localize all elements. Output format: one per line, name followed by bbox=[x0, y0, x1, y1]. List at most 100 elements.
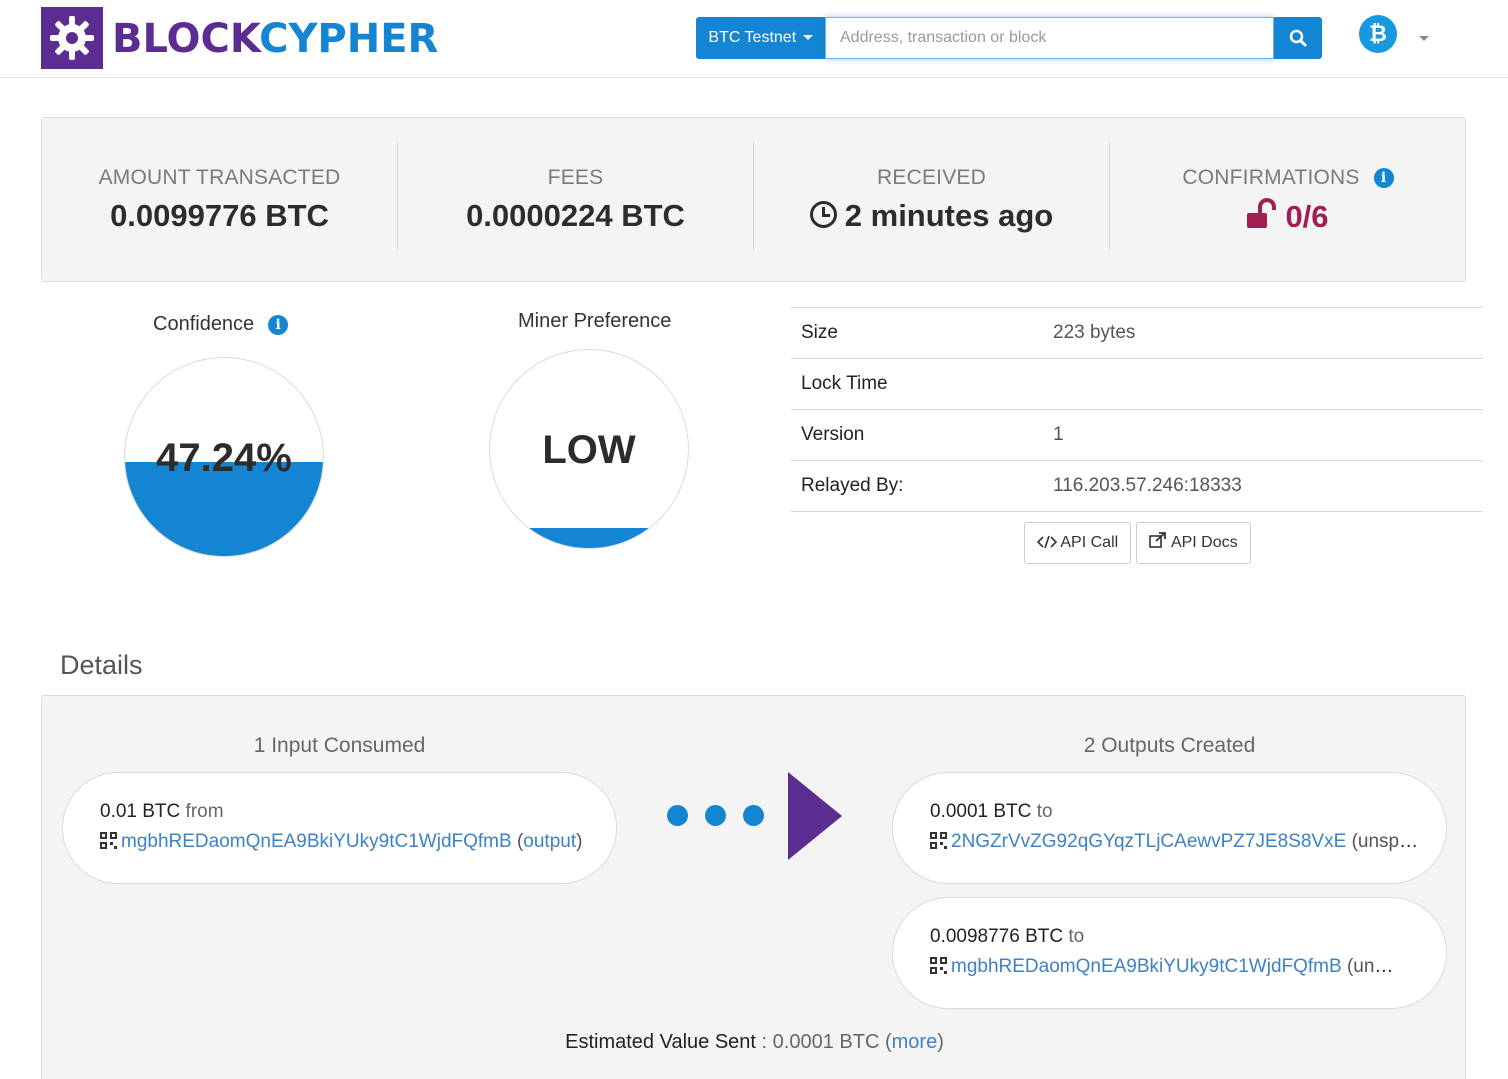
bitcoin-icon[interactable]: ₿ bbox=[1359, 15, 1397, 53]
clock-icon bbox=[809, 201, 837, 228]
list-item-input: 0.01 BTC from mgbhREDaomQnEA9BkiYUky9tC1… bbox=[62, 772, 617, 884]
api-call-label: API Call bbox=[1060, 534, 1119, 551]
estimated-value-colon: : bbox=[755, 1031, 773, 1053]
output-1-status: (unspent) bbox=[1351, 831, 1420, 852]
inputs-title: 1 Input Consumed bbox=[253, 734, 426, 757]
output-1-amount: 0.0001 BTC bbox=[930, 801, 1032, 822]
miner-preference-gauge-value: LOW bbox=[542, 428, 636, 472]
confirmations-stat: CONFIRMATIONS i 0/6 bbox=[1110, 142, 1466, 250]
confidence-gauge-value: 47.24% bbox=[156, 436, 292, 480]
input-amount: 0.01 BTC bbox=[100, 801, 181, 822]
more-paren-close: ) bbox=[937, 1031, 944, 1053]
amount-transacted-label: AMOUNT TRANSACTED bbox=[98, 166, 341, 189]
unlock-icon bbox=[1247, 198, 1277, 228]
relayed-by-key: Relayed By: bbox=[801, 475, 904, 496]
input-address-line: mgbhREDaomQnEA9BkiYUky9tC1WjdFQfmB (outp… bbox=[100, 831, 590, 853]
size-key: Size bbox=[801, 322, 838, 343]
table-row-size: Size 223 bytes bbox=[791, 308, 1483, 359]
list-item-output-2: 0.0098776 BTC to mgbhREDaomQnEA9BkiYUky9… bbox=[892, 897, 1447, 1009]
received-value: 2 minutes ago bbox=[844, 198, 1054, 233]
output-1-address-line: 2NGZrVvZG92qGYqzTLjCAewvPZ7JE8S8VxE (uns… bbox=[930, 831, 1420, 853]
confirmations-value-wrap: 0/6 bbox=[1110, 198, 1466, 235]
fees-value: 0.0000224 BTC bbox=[466, 198, 685, 233]
more-paren-open: ( bbox=[884, 1031, 892, 1053]
transaction-info-table: Size 223 bytes Lock Time Version 1 Relay… bbox=[791, 307, 1483, 512]
input-output-link[interactable]: output bbox=[523, 831, 576, 852]
external-link-icon bbox=[1149, 532, 1167, 548]
network-label: BTC Testnet bbox=[708, 29, 797, 46]
api-call-button[interactable]: API Call bbox=[1024, 522, 1131, 564]
lock-time-key: Lock Time bbox=[801, 373, 888, 394]
details-panel: 1 Input Consumed 2 Outputs Created 0.01 … bbox=[41, 695, 1466, 1079]
code-icon bbox=[1036, 535, 1057, 549]
flow-dot-1 bbox=[667, 805, 688, 826]
user-menu-caret-icon[interactable] bbox=[1419, 36, 1429, 41]
input-address-link[interactable]: mgbhREDaomQnEA9BkiYUky9tC1WjdFQfmB bbox=[121, 831, 512, 852]
output-1-to-word: to bbox=[1036, 801, 1053, 822]
output-1-address-link[interactable]: 2NGZrVvZG92qGYqzTLjCAewvPZ7JE8S8VxE bbox=[951, 831, 1346, 852]
list-item-output-1: 0.0001 BTC to 2NGZrVvZG92qGYqzTLjCAewvPZ… bbox=[892, 772, 1447, 884]
miner-preference-title: Miner Preference bbox=[518, 310, 672, 332]
output-2-address-line: mgbhREDaomQnEA9BkiYUky9tC1WjdFQfmB (unsp… bbox=[930, 956, 1402, 978]
arrow-right-icon bbox=[788, 772, 842, 860]
details-heading: Details bbox=[60, 650, 143, 680]
logo-gear-icon[interactable] bbox=[41, 7, 103, 69]
output-2-amount-line: 0.0098776 BTC to bbox=[930, 926, 1084, 948]
output-2-to-word: to bbox=[1068, 926, 1085, 947]
output-2-status: (unspent) bbox=[1346, 956, 1402, 977]
table-row-relayed-by: Relayed By: 116.203.57.246:18333 bbox=[791, 461, 1483, 512]
confidence-gauge: 47.24% bbox=[124, 357, 324, 557]
network-dropdown-button[interactable]: BTC Testnet bbox=[696, 17, 825, 59]
version-value: 1 bbox=[1053, 424, 1064, 445]
confidence-title: Confidence bbox=[153, 313, 255, 335]
more-link[interactable]: more bbox=[892, 1031, 938, 1053]
input-amount-line: 0.01 BTC from bbox=[100, 801, 224, 823]
top-navbar: BLOCKCYPHER BTC Testnet ₿ bbox=[0, 0, 1508, 78]
qr-code-icon[interactable] bbox=[100, 832, 117, 849]
search-icon bbox=[1289, 29, 1307, 47]
confirmations-label: CONFIRMATIONS bbox=[1182, 166, 1360, 189]
search-input[interactable] bbox=[825, 17, 1274, 59]
estimated-value-line: Estimated Value Sent : 0.0001 BTC (more) bbox=[42, 1031, 1467, 1054]
outputs-title: 2 Outputs Created bbox=[1083, 734, 1256, 757]
logo-wordmark[interactable]: BLOCKCYPHER bbox=[112, 14, 438, 64]
estimated-value-label: Estimated Value Sent bbox=[565, 1031, 756, 1053]
amount-transacted-value: 0.0099776 BTC bbox=[110, 198, 329, 233]
logo-text-block: BLOCK bbox=[112, 16, 260, 62]
confidence-info-icon[interactable]: i bbox=[268, 315, 289, 335]
amount-transacted-stat: AMOUNT TRANSACTED 0.0099776 BTC bbox=[42, 142, 398, 250]
api-docs-button[interactable]: API Docs bbox=[1136, 522, 1251, 564]
qr-code-icon[interactable] bbox=[930, 957, 947, 974]
transaction-summary-panel: AMOUNT TRANSACTED 0.0099776 BTC FEES 0.0… bbox=[41, 117, 1466, 282]
fees-label: FEES bbox=[547, 166, 604, 189]
version-key: Version bbox=[801, 424, 865, 445]
logo-gear-svg bbox=[50, 16, 94, 60]
output-1-amount-line: 0.0001 BTC to bbox=[930, 801, 1053, 823]
miner-preference-gauge-fill bbox=[490, 528, 688, 548]
input-from-word: from bbox=[185, 801, 224, 822]
api-docs-label: API Docs bbox=[1170, 534, 1238, 551]
flow-dot-2 bbox=[705, 805, 726, 826]
estimated-value: 0.0001 BTC bbox=[772, 1031, 880, 1053]
table-row-lock-time: Lock Time bbox=[791, 359, 1483, 410]
info-icon[interactable]: i bbox=[1373, 168, 1394, 188]
received-value-wrap: 2 minutes ago bbox=[754, 198, 1109, 234]
fees-stat: FEES 0.0000224 BTC bbox=[398, 142, 754, 250]
flow-dot-3 bbox=[743, 805, 764, 826]
miner-preference-gauge: LOW bbox=[489, 349, 689, 549]
caret-down-icon bbox=[802, 35, 813, 41]
size-value: 223 bytes bbox=[1053, 322, 1136, 343]
output-2-address-link[interactable]: mgbhREDaomQnEA9BkiYUky9tC1WjdFQfmB bbox=[951, 956, 1342, 977]
qr-code-icon[interactable] bbox=[930, 832, 947, 849]
received-label: RECEIVED bbox=[877, 166, 986, 189]
relayed-by-value: 116.203.57.246:18333 bbox=[1053, 475, 1242, 496]
confirmations-label-wrap: CONFIRMATIONS i bbox=[1110, 166, 1466, 190]
confirmations-value: 0/6 bbox=[1285, 199, 1329, 234]
input-status-paren-close: ) bbox=[576, 831, 583, 852]
output-2-amount: 0.0098776 BTC bbox=[930, 926, 1064, 947]
received-stat: RECEIVED 2 minutes ago bbox=[754, 142, 1110, 250]
confidence-title-wrap: Confidence i bbox=[153, 313, 289, 336]
search-button[interactable] bbox=[1274, 17, 1322, 59]
table-row-version: Version 1 bbox=[791, 410, 1483, 461]
logo-text-cypher: CYPHER bbox=[259, 16, 439, 62]
